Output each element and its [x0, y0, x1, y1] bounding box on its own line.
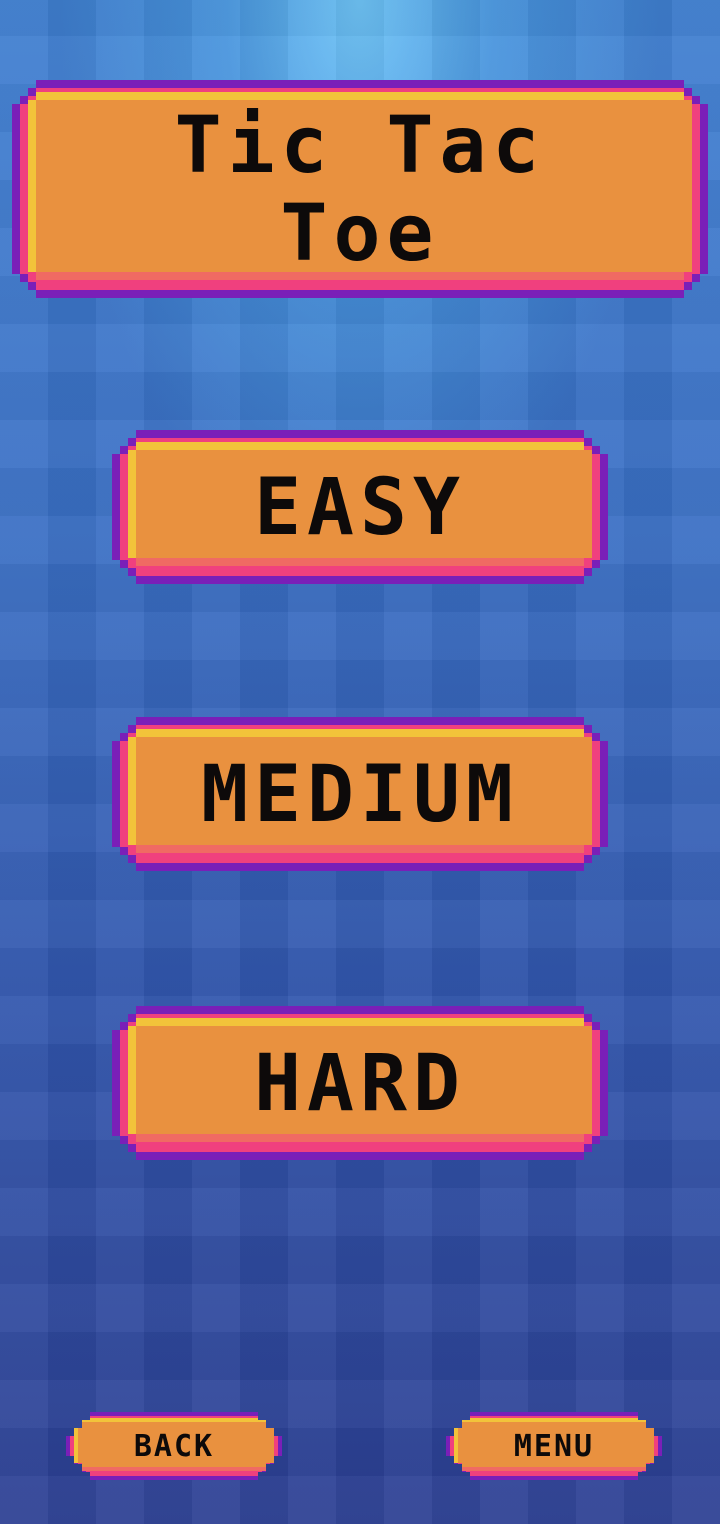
back-button-label: BACK	[133, 1428, 215, 1464]
title-banner: Tic Tac Toe	[12, 80, 708, 298]
game-title: Tic Tac Toe	[175, 102, 546, 278]
hard-button[interactable]: HARD	[112, 1006, 608, 1160]
game-title-line-2: Toe	[280, 189, 440, 279]
menu-button[interactable]: MENU	[446, 1412, 662, 1480]
medium-button[interactable]: MEDIUM	[112, 717, 608, 871]
hard-button-label: HARD	[254, 1039, 466, 1129]
menu-button-face[interactable]: MENU	[454, 1418, 654, 1471]
medium-button-face[interactable]: MEDIUM	[128, 729, 592, 853]
medium-button-label: MEDIUM	[201, 750, 519, 840]
menu-button-label: MENU	[513, 1428, 595, 1464]
back-button-face[interactable]: BACK	[74, 1418, 274, 1471]
game-title-line-1: Tic Tac	[174, 101, 546, 191]
back-button[interactable]: BACK	[66, 1412, 282, 1480]
easy-button-label: EASY	[254, 463, 466, 553]
easy-button[interactable]: EASY	[112, 430, 608, 584]
easy-button-face[interactable]: EASY	[128, 442, 592, 566]
title-banner-face: Tic Tac Toe	[28, 92, 692, 280]
hard-button-face[interactable]: HARD	[128, 1018, 592, 1142]
